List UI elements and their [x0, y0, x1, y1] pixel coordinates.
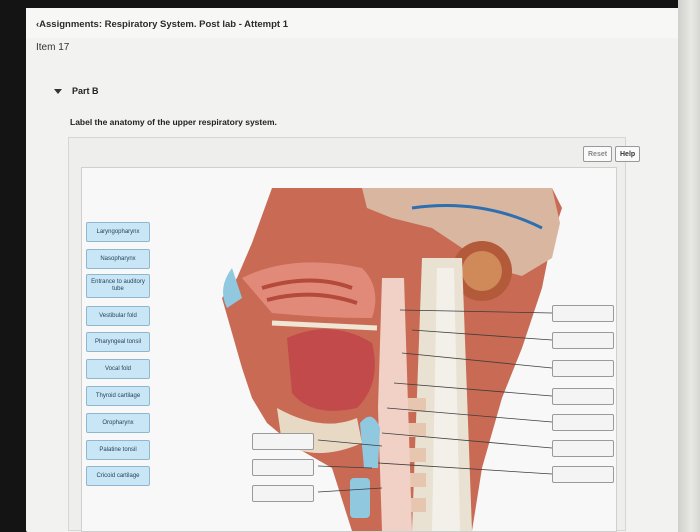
part-label: Part B: [72, 86, 99, 96]
label-chip[interactable]: Pharyngeal tonsil: [86, 332, 150, 352]
screen-edge: [678, 0, 700, 532]
item-title: Item 17: [36, 42, 70, 53]
drop-target[interactable]: [552, 360, 614, 377]
top-bar: ‹Assignments: Respiratory System. Post l…: [26, 8, 700, 38]
help-button[interactable]: Help: [615, 146, 641, 162]
drop-target[interactable]: [252, 459, 314, 476]
drop-target[interactable]: [552, 440, 614, 457]
labeling-panel: Reset Help Laryngopharynx Nasopharynx En…: [68, 137, 641, 532]
browser-window: ‹Assignments: Respiratory System. Post l…: [26, 8, 700, 532]
caret-down-icon: [54, 88, 62, 94]
reset-button[interactable]: Reset: [583, 146, 613, 162]
label-chip[interactable]: Entrance to auditory tube: [86, 274, 150, 298]
assignments-breadcrumb-link[interactable]: ‹Assignments: Respiratory System. Post l…: [36, 19, 288, 30]
label-chip[interactable]: Vocal fold: [86, 359, 150, 379]
drop-target[interactable]: [552, 305, 614, 322]
labeling-canvas: Laryngopharynx Nasopharynx Entrance to a…: [81, 167, 617, 532]
label-chip[interactable]: Palatine tonsil: [86, 440, 150, 460]
drop-target[interactable]: [552, 388, 614, 405]
part-b-toggle[interactable]: Part B: [54, 86, 99, 96]
drop-target[interactable]: [252, 433, 314, 450]
label-chip[interactable]: Thyroid cartilage: [86, 386, 150, 406]
drop-target[interactable]: [552, 414, 614, 431]
label-chip[interactable]: Oropharynx: [86, 413, 150, 433]
drop-target[interactable]: [252, 485, 314, 502]
label-chip[interactable]: Vestibular fold: [86, 306, 150, 326]
question-instruction: Label the anatomy of the upper respirato…: [70, 117, 277, 127]
label-chip[interactable]: Cricoid cartilage: [86, 466, 150, 486]
anatomy-illustration: [222, 188, 562, 531]
drop-target[interactable]: [552, 466, 614, 483]
drop-target[interactable]: [552, 332, 614, 349]
label-chip[interactable]: Laryngopharynx: [86, 222, 150, 242]
label-chip[interactable]: Nasopharynx: [86, 249, 150, 269]
